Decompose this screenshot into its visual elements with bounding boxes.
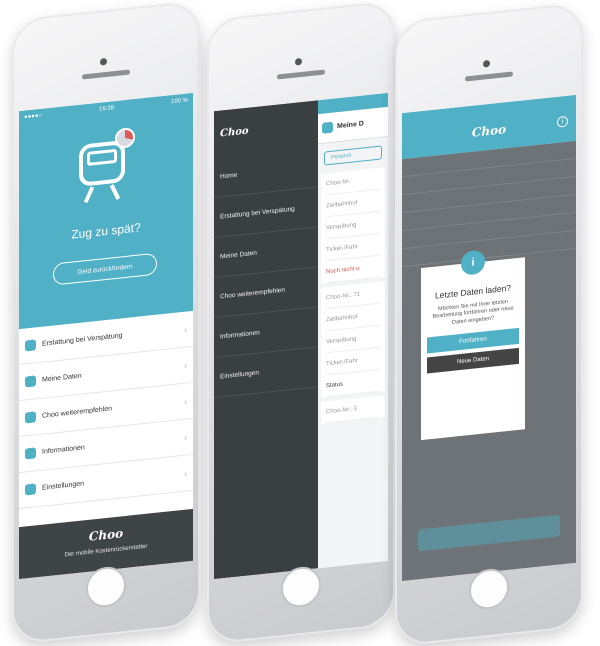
home-button[interactable] xyxy=(281,564,321,610)
menu-label: Meine Daten xyxy=(42,372,82,384)
screen: Choo i i Letzte Daten laden? Möchten Sie… xyxy=(402,94,576,582)
menu-label: Informationen xyxy=(42,444,85,456)
chevron-right-icon: › xyxy=(184,395,187,407)
refund-button[interactable]: Geld zurückfordern xyxy=(53,252,157,286)
claim-card[interactable]: Choo-Nr.: 3 xyxy=(321,395,385,424)
chat-icon xyxy=(25,411,36,424)
chevron-right-icon: › xyxy=(184,431,187,443)
dialog-body: Möchten Sie mit Ihrer letzten Bearbeitun… xyxy=(432,299,514,326)
train-icon xyxy=(79,140,125,204)
home-button[interactable] xyxy=(86,564,126,610)
page-title: Meine D xyxy=(337,120,364,131)
content-area: Meine D Persönli Choo-Nr.: Zielbahnhof V… xyxy=(318,92,388,569)
delay-clock-icon xyxy=(115,126,135,150)
front-camera xyxy=(483,59,490,68)
earpiece xyxy=(82,69,130,80)
phone-home: ●●●●○ 16:38 100 % Zug zu spät? Geld zurück… xyxy=(12,0,200,645)
brand-logo: Choo xyxy=(471,122,507,140)
user-icon xyxy=(25,375,36,388)
phone-dialog: Choo i i Letzte Daten laden? Möchten Sie… xyxy=(395,2,583,646)
field-choo-nr: Choo-Nr.: 3 xyxy=(326,395,380,424)
menu-label: Choo weiterempfehlen xyxy=(42,405,113,420)
home-button[interactable] xyxy=(469,566,509,612)
hero-panel: ●●●●○ 16:38 100 % Zug zu spät? Geld zurück… xyxy=(19,92,193,330)
earpiece xyxy=(465,71,513,82)
menu-label: Erstattung bei Verspätung xyxy=(42,332,123,348)
info-icon xyxy=(25,447,36,460)
user-icon xyxy=(322,121,333,134)
info-icon: i xyxy=(461,249,485,276)
chevron-right-icon: › xyxy=(184,467,187,479)
claim-card[interactable]: Choo-Nr.: 71 Zielbahnhof Verspätung Tick… xyxy=(321,281,385,398)
load-data-dialog: i Letzte Daten laden? Möchten Sie mit Ih… xyxy=(421,249,525,441)
refund-icon xyxy=(25,339,36,352)
claim-card[interactable]: Choo-Nr.: Zielbahnhof Verspätung Ticket-… xyxy=(321,167,385,284)
status-text: Noch nicht u xyxy=(326,255,380,284)
menu-label: Einstellungen xyxy=(42,480,85,492)
earpiece xyxy=(277,69,325,80)
gear-icon xyxy=(25,483,36,496)
status-bar: ●●●●○ 16:38 100 % xyxy=(24,97,188,121)
status-time: 16:38 xyxy=(99,105,115,113)
page-header: Meine D xyxy=(318,106,388,145)
chevron-right-icon: › xyxy=(184,323,187,335)
screen: ●●●●○ 16:38 100 % Zug zu spät? Geld zurück… xyxy=(19,92,193,580)
battery-level: 100 % xyxy=(170,97,188,106)
screen: Choo Home Erstattung bei Verspätung Mein… xyxy=(214,92,388,580)
front-camera xyxy=(100,57,107,66)
nav-drawer: Choo Home Erstattung bei Verspätung Mein… xyxy=(214,100,318,580)
blurred-button xyxy=(418,514,560,552)
hero-title: Zug zu spät? xyxy=(71,220,141,242)
phone-drawer: Choo Home Erstattung bei Verspätung Mein… xyxy=(207,0,395,645)
chevron-right-icon: › xyxy=(184,359,187,371)
main-menu: Erstattung bei Verspätung › Meine Daten › … xyxy=(19,310,193,510)
front-camera xyxy=(295,57,302,66)
tab-personal[interactable]: Persönli xyxy=(324,145,382,166)
field-status: Status xyxy=(326,369,380,398)
